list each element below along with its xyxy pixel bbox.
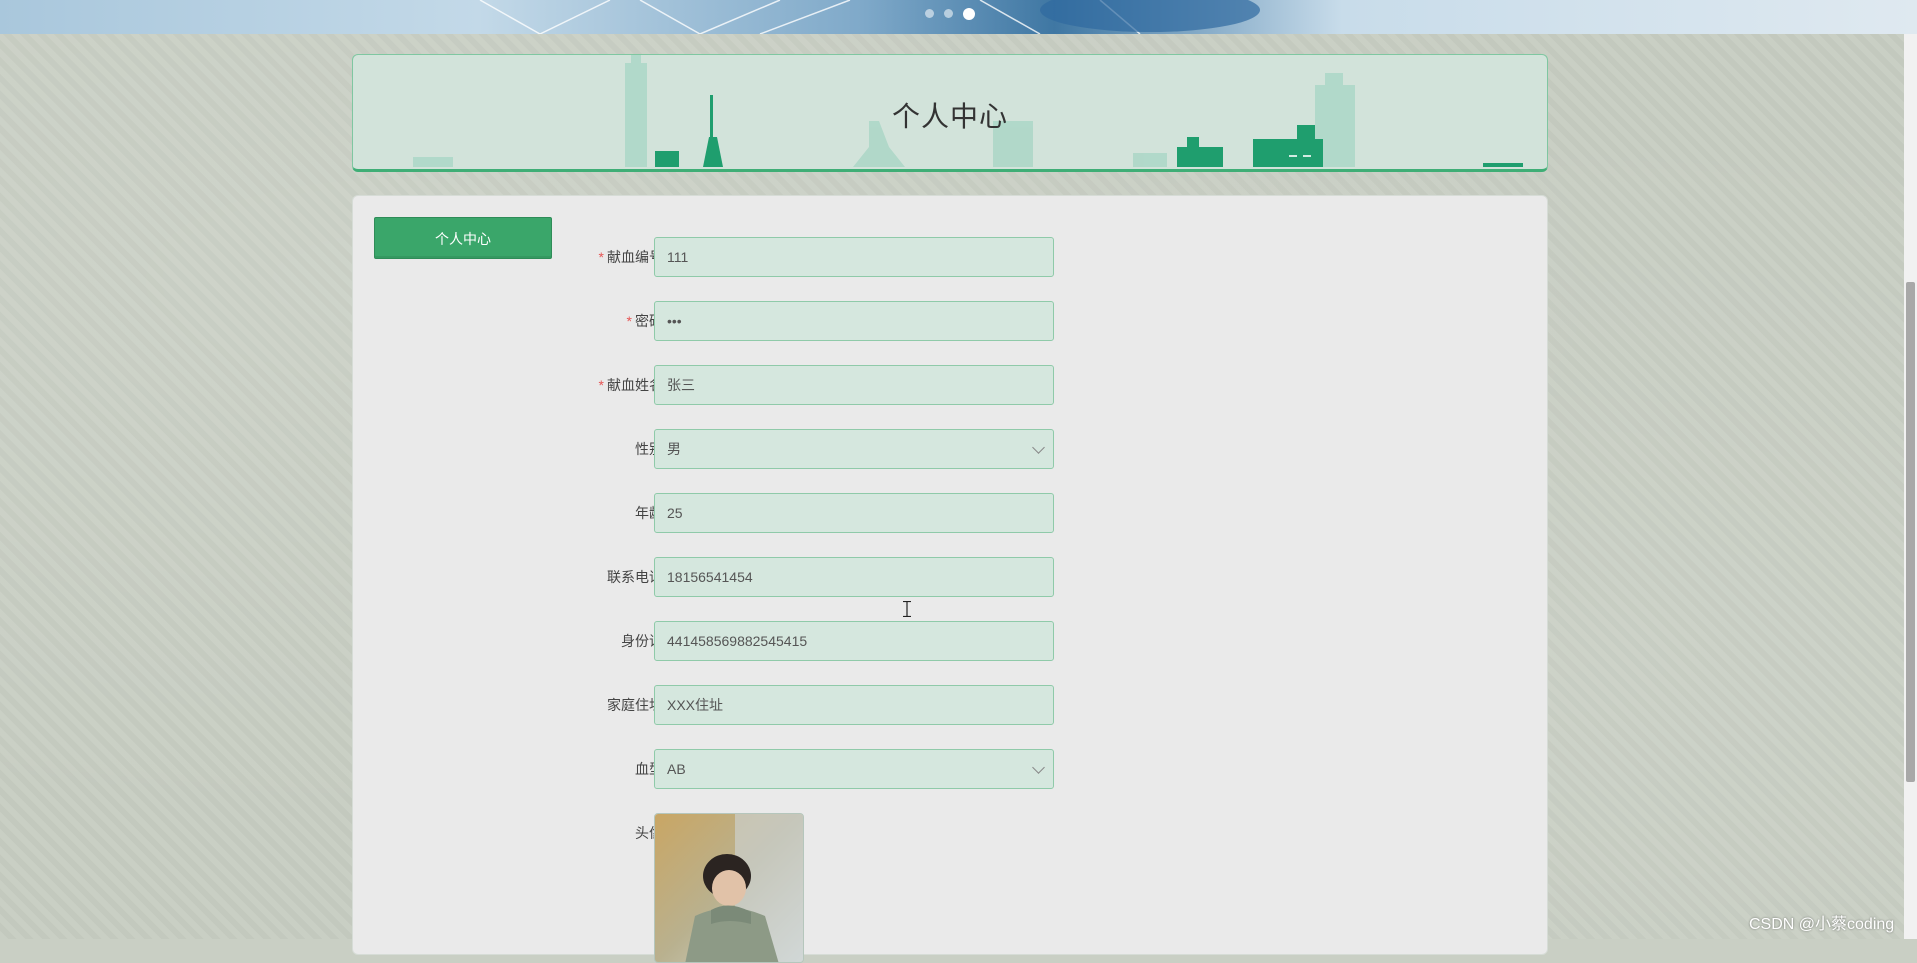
donor-name-input[interactable]: 张三 xyxy=(654,365,1054,405)
blood-type-select[interactable]: AB xyxy=(654,749,1054,789)
donor-id-label: * 献血编号 xyxy=(598,249,663,265)
blood-type-label: 血型 xyxy=(635,761,663,777)
required-mark: * xyxy=(598,377,604,393)
carousel-dot[interactable] xyxy=(925,9,934,18)
csdn-watermark: CSDN @小蔡coding xyxy=(1749,916,1895,933)
donor-name-label: * 献血姓名 xyxy=(598,377,663,393)
age-input[interactable]: 25 xyxy=(654,493,1054,533)
carousel-dot-active[interactable] xyxy=(963,8,975,20)
chevron-down-icon xyxy=(1032,441,1045,454)
phone-input[interactable]: 18156541454 xyxy=(654,557,1054,597)
phone-label: 联系电话 xyxy=(607,569,663,585)
age-label: 年龄 xyxy=(635,505,663,521)
text-cursor-icon xyxy=(903,601,911,617)
page-scrollbar-thumb[interactable] xyxy=(1906,282,1915,782)
address-label: 家庭住址 xyxy=(607,697,663,713)
id-card-label: 身份证 xyxy=(621,633,663,649)
id-card-input[interactable]: 441458569882545415 xyxy=(654,621,1054,661)
profile-form-panel: 个人中心 * 献血编号 111 * 密码 ••• * 献血姓名 张三 性别 男 年龄 … xyxy=(352,195,1548,963)
password-input[interactable]: ••• xyxy=(654,301,1054,341)
carousel-indicators xyxy=(925,8,975,20)
password-label: * 密码 xyxy=(626,313,663,329)
personal-center-nav-button[interactable]: 个人中心 xyxy=(374,217,552,259)
required-mark: * xyxy=(626,313,632,329)
avatar-upload-image[interactable] xyxy=(654,813,804,963)
donor-id-input[interactable]: 111 xyxy=(654,237,1054,277)
gender-select[interactable]: 男 xyxy=(654,429,1054,469)
avatar-photo xyxy=(655,814,803,962)
page-header-panel: 个人中心 xyxy=(352,54,1548,172)
blood-type-select-value: AB xyxy=(667,761,686,777)
chevron-down-icon xyxy=(1032,761,1045,774)
gender-label: 性别 xyxy=(635,441,663,457)
required-mark: * xyxy=(598,249,604,265)
top-banner-carousel xyxy=(0,0,1917,34)
carousel-dot[interactable] xyxy=(944,9,953,18)
gender-select-value: 男 xyxy=(667,441,681,457)
avatar-label: 头像 xyxy=(635,825,663,841)
page-title: 个人中心 xyxy=(891,101,1008,132)
address-input[interactable]: XXX住址 xyxy=(654,685,1054,725)
